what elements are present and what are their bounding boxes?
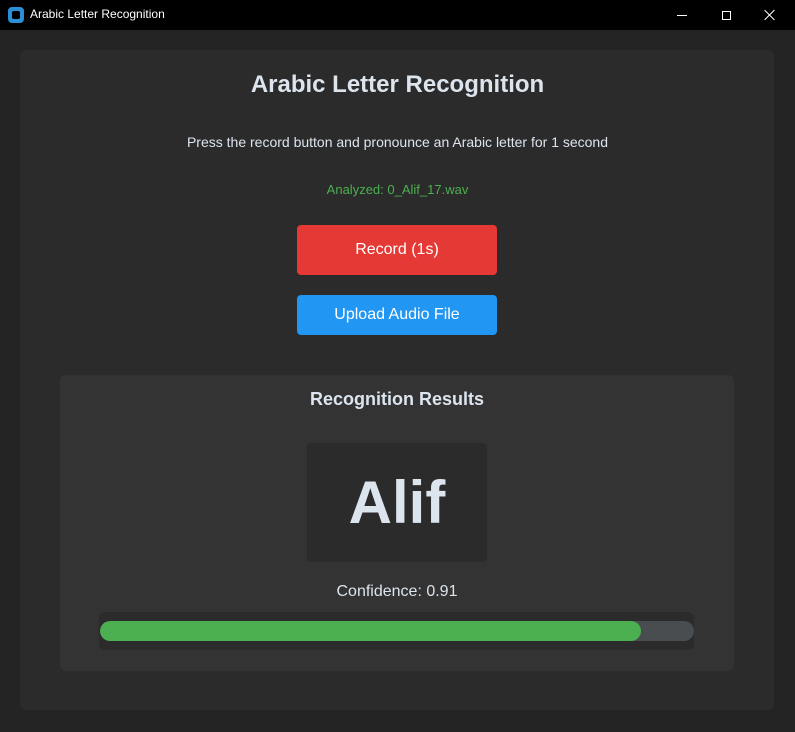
window-title: Arabic Letter Recognition xyxy=(30,7,165,21)
confidence-label: Confidence: 0.91 xyxy=(336,583,458,600)
app-icon xyxy=(8,7,24,23)
maximize-icon xyxy=(721,10,731,20)
confidence-progress-bar xyxy=(100,621,694,641)
page-title: Arabic Letter Recognition xyxy=(250,71,545,98)
recognized-letter-box: Alif xyxy=(307,443,487,562)
close-icon xyxy=(764,9,776,21)
results-title: Recognition Results xyxy=(309,389,484,409)
instructions-text: Press the record button and pronounce an… xyxy=(186,134,609,150)
minimize-icon xyxy=(677,14,687,16)
recognized-letter: Alif xyxy=(348,468,446,536)
record-button[interactable]: Record (1s) xyxy=(297,225,497,275)
title-bar: Arabic Letter Recognition xyxy=(0,0,795,30)
maximize-button[interactable] xyxy=(703,0,749,30)
minimize-button[interactable] xyxy=(659,0,705,30)
upload-audio-button[interactable]: Upload Audio File xyxy=(297,295,497,335)
status-text: Analyzed: 0_Alif_17.wav xyxy=(326,182,469,197)
confidence-progress-fill xyxy=(100,621,641,641)
close-button[interactable] xyxy=(747,0,793,30)
